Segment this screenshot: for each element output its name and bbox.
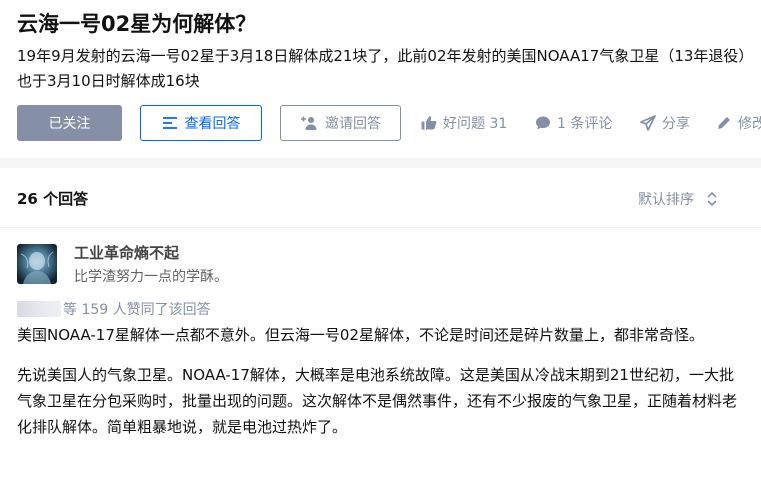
answer-paragraph: 美国NOAA-17星解体一点都不意外。但云海一号02星解体，不论是时间还是碎片数… xyxy=(17,326,704,344)
invite-answer-button[interactable]: 邀请回答 xyxy=(280,105,401,141)
list-icon xyxy=(162,116,178,130)
share-label: 分享 xyxy=(662,116,690,132)
author-avatar[interactable] xyxy=(17,244,57,284)
voters-text: 等 159 人赞同了该回答 xyxy=(63,302,211,318)
view-answers-label: 查看回答 xyxy=(184,116,241,132)
good-question-button[interactable]: 好问题 31 xyxy=(421,105,507,141)
view-answers-button[interactable]: 查看回答 xyxy=(140,105,262,141)
comment-icon xyxy=(535,115,551,131)
share-button[interactable]: 分享 xyxy=(640,105,690,141)
comments-button[interactable]: 1 条评论 xyxy=(535,105,612,141)
share-icon xyxy=(640,115,656,131)
answers-count: 26 个回答 xyxy=(17,190,89,208)
sort-label: 默认排序 xyxy=(638,192,694,208)
followed-button[interactable]: 已关注 xyxy=(17,105,122,141)
pencil-icon xyxy=(716,115,732,131)
question-detail: 19年9月发射的云海一号02星于3月18日解体成21块了，此前02年发射的美国N… xyxy=(17,47,754,90)
good-question-label: 好问题 31 xyxy=(443,116,508,132)
answer-paragraph: 先说美国人的气象卫星。NOAA-17解体，大概率是电池系统故障。这是美国从冷战末… xyxy=(17,366,738,436)
add-user-icon xyxy=(300,116,318,130)
edit-button[interactable]: 修改 xyxy=(716,105,761,141)
answer-content: 美国NOAA-17星解体一点都不意外。但云海一号02星解体，不论是时间还是碎片数… xyxy=(17,322,742,454)
thumbs-up-icon xyxy=(421,115,437,131)
answers-card: 26 个回答 默认排序 工业革命熵不起 比学渣努力一点的学酥。 等 159 人赞… xyxy=(0,168,761,490)
voter-names-blurred xyxy=(17,301,61,317)
edit-label: 修改 xyxy=(738,116,761,132)
author-name[interactable]: 工业革命熵不起 xyxy=(74,242,179,263)
sort-chevron-icon xyxy=(706,191,718,207)
followed-button-label: 已关注 xyxy=(48,116,91,132)
invite-answer-label: 邀请回答 xyxy=(325,116,381,132)
sort-dropdown[interactable]: 默认排序 xyxy=(638,189,718,209)
voters-line: 等 159 人赞同了该回答 xyxy=(17,299,211,319)
question-title[interactable]: 云海一号02星为何解体？ xyxy=(17,8,256,38)
answers-header: 26 个回答 默认排序 xyxy=(0,168,761,228)
author-bio: 比学渣努力一点的学酥。 xyxy=(74,269,228,285)
comments-label: 1 条评论 xyxy=(557,116,613,132)
question-card: 云海一号02星为何解体？ 19年9月发射的云海一号02星于3月18日解体成21块… xyxy=(0,0,761,158)
